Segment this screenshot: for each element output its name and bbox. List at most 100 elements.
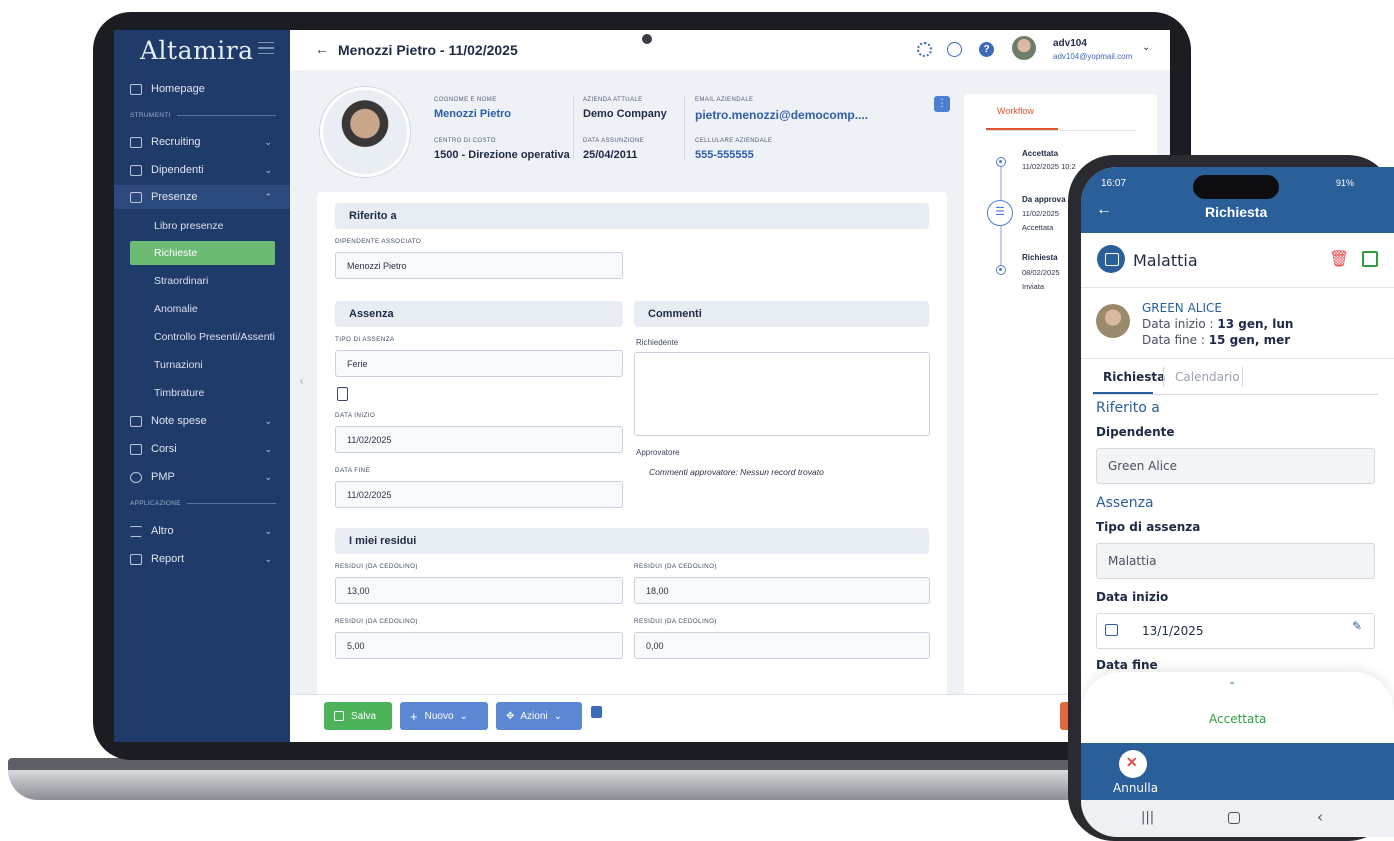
sidebar-sub-turnazioni[interactable]: Turnazioni	[154, 359, 203, 371]
employee-photo	[320, 87, 410, 177]
employee-email[interactable]: pietro.menozzi@democomp....	[695, 108, 868, 122]
home-icon	[130, 83, 142, 95]
workflow-step-date: 08/02/2025	[1022, 268, 1060, 277]
trash-icon[interactable]: 🗑	[1329, 249, 1349, 268]
label-richiedente: Richiedente	[636, 338, 679, 347]
back-icon[interactable]: ‹	[1317, 808, 1323, 826]
save-button-label: Salva	[351, 710, 377, 722]
lock-icon[interactable]	[591, 706, 602, 718]
residui-field[interactable]: 0,00	[634, 632, 930, 659]
sidebar-item-label: Homepage	[151, 83, 205, 95]
tipo-assenza-field[interactable]: Malattia	[1096, 543, 1375, 579]
tab-workflow[interactable]: Workflow	[997, 106, 1034, 116]
sidebar-item-label: PMP	[151, 471, 175, 483]
recent-apps-icon[interactable]: |||	[1141, 810, 1154, 825]
data-inizio-field[interactable]: 13/1/2025	[1096, 613, 1375, 649]
sidebar-item-report[interactable]: Report ⌄	[130, 548, 280, 570]
sidebar-item-recruiting[interactable]: Recruiting ⌄	[130, 131, 280, 153]
divider	[573, 96, 574, 160]
data-inizio-field[interactable]: 11/02/2025	[335, 426, 623, 453]
tab-calendario[interactable]: Calendario	[1175, 370, 1240, 384]
sidebar-section-applicazione: APPLICAZIONE	[130, 500, 276, 507]
richiedente-comment-textarea[interactable]	[634, 352, 930, 436]
sidebar-item-label: Dipendenti	[151, 164, 204, 176]
gear-icon[interactable]	[917, 42, 932, 57]
sidebar-item-dipendenti[interactable]: Dipendenti ⌄	[130, 159, 280, 181]
id-card-icon	[130, 164, 142, 176]
gauge-icon	[130, 471, 142, 483]
employee-phone[interactable]: 555-555555	[695, 149, 754, 161]
dipendente-field[interactable]: Menozzi Pietro	[335, 252, 623, 279]
sidebar-sub-richieste[interactable]: Richieste	[154, 247, 197, 259]
sidebar-item-presenze[interactable]: Presenze ⌃	[130, 186, 280, 208]
section-riferito: Riferito a	[335, 203, 929, 229]
residui-field[interactable]: 5,00	[335, 632, 623, 659]
label-data-inizio: Data inizio	[1096, 590, 1169, 604]
label-email: EMAIL AZIENDALE	[695, 97, 754, 103]
receipt-icon	[130, 415, 142, 427]
more-options-icon[interactable]: ⋮	[934, 96, 950, 112]
cancel-label[interactable]: Annulla	[1113, 781, 1158, 795]
tab-active-underline	[986, 128, 1058, 130]
status-time: 16:07	[1101, 178, 1127, 189]
hamburger-menu-icon[interactable]	[258, 42, 274, 54]
status-sheet[interactable]	[1081, 672, 1394, 744]
chevron-down-icon[interactable]: ⌄	[1142, 42, 1150, 53]
workflow-step-status: Accettata	[1022, 223, 1054, 232]
home-icon[interactable]	[1228, 812, 1240, 824]
user-email: adv104@yopmail.com	[1053, 52, 1133, 61]
sidebar-sub-libro-presenze[interactable]: Libro presenze	[154, 220, 223, 232]
back-arrow-icon[interactable]: ←	[1096, 201, 1112, 219]
document-icon[interactable]	[337, 387, 348, 401]
residui-field[interactable]: 18,00	[634, 577, 930, 604]
label-phone: CELLULARE AZIENDALE	[695, 138, 773, 144]
label-data-fine: DATA FINE	[335, 467, 371, 474]
tab-underline	[986, 130, 1136, 131]
save-icon[interactable]	[1362, 251, 1378, 267]
actions-button-label: Azioni	[520, 710, 548, 722]
chevron-down-icon: ⌄	[264, 553, 272, 564]
data-fine-field[interactable]: 11/02/2025	[335, 481, 623, 508]
sidebar-item-pmp[interactable]: PMP ⌄	[130, 466, 280, 488]
eraser-icon[interactable]: ✎	[1352, 619, 1362, 633]
workflow-step-date: 11/02/2025	[1022, 209, 1059, 218]
chevron-down-icon: ⌄	[264, 525, 272, 536]
sidebar-item-homepage[interactable]: Homepage	[130, 78, 280, 100]
avatar[interactable]	[1012, 36, 1036, 60]
sidebar-item-note-spese[interactable]: Note spese ⌄	[130, 410, 280, 432]
tab-underline	[1093, 394, 1378, 395]
sidebar-item-label: Presenze	[151, 191, 198, 203]
sidebar-sub-straordinari[interactable]: Straordinari	[154, 275, 208, 287]
tab-richiesta[interactable]: Richiesta	[1103, 370, 1165, 384]
save-button[interactable]: Salva	[324, 702, 392, 730]
actions-button[interactable]: ✥ Azioni ⌄	[496, 702, 582, 730]
sidebar-item-corsi[interactable]: Corsi ⌄	[130, 438, 280, 460]
sidebar-sub-anomalie[interactable]: Anomalie	[154, 303, 198, 315]
chevron-down-icon: ⌄	[264, 164, 272, 175]
label-dipendente: Dipendente	[1096, 425, 1175, 439]
collapse-chevron-icon[interactable]: ‹	[300, 376, 303, 387]
phone-screen: 16:07 91% ← Richiesta Malattia 🗑 GREEN A…	[1081, 167, 1394, 837]
new-button-label: Nuovo	[424, 710, 454, 722]
label-tipo-assenza: Tipo di assenza	[1096, 520, 1201, 534]
start-date-line: Data inizio : 13 gen, lun	[1142, 317, 1293, 331]
sidebar-sub-timbrature[interactable]: Timbrature	[154, 387, 204, 399]
approver-comments-note: Commenti approvatore: Nessun record trov…	[649, 467, 824, 477]
clock-icon[interactable]	[947, 42, 962, 57]
sidebar-item-altro[interactable]: Altro ⌄	[130, 520, 280, 542]
help-icon[interactable]: ?	[979, 42, 994, 57]
end-date-line: Data fine : 15 gen, mer	[1142, 333, 1290, 347]
dipendente-field[interactable]: Green Alice	[1096, 448, 1375, 484]
new-button[interactable]: + Nuovo ⌄	[400, 702, 488, 730]
chevron-up-icon[interactable]: ⌃	[1228, 681, 1236, 692]
section-assenza: Assenza	[335, 301, 623, 327]
section-riferito: Riferito a	[1096, 400, 1160, 416]
sidebar-section-strumenti: STRUMENTI	[130, 112, 276, 119]
back-arrow-icon[interactable]: ←	[315, 41, 329, 57]
chevron-up-icon: ⌃	[264, 191, 272, 202]
sidebar-sub-active-bg	[130, 241, 275, 265]
tipo-assenza-field[interactable]: Ferie	[335, 350, 623, 377]
residui-field[interactable]: 13,00	[335, 577, 623, 604]
cancel-icon[interactable]	[1119, 750, 1147, 778]
sidebar-sub-controllo[interactable]: Controllo Presenti/Assenti	[154, 331, 275, 343]
